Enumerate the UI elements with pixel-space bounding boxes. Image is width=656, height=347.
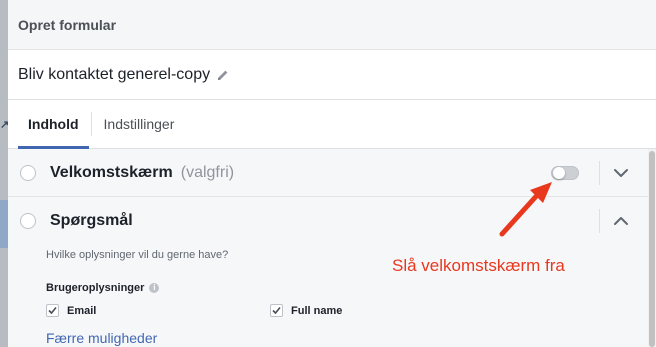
create-form-dialog: Opret formular Bliv kontaktet generel-co… xyxy=(8,0,656,347)
scrollbar-thumb[interactable] xyxy=(649,151,655,347)
user-info-label-text: Brugeroplysninger xyxy=(46,282,145,294)
questions-section[interactable]: Spørgsmål xyxy=(8,197,656,245)
chevron-down-icon[interactable] xyxy=(612,164,630,182)
tab-settings[interactable]: Indstillinger xyxy=(94,100,185,148)
pencil-icon[interactable] xyxy=(216,68,230,82)
questions-radio[interactable] xyxy=(20,213,36,229)
field-checkbox-row: Email Full name xyxy=(46,304,656,324)
form-content: Velkomstskærm (valgfri) Spørgsmål Hvilke… xyxy=(8,149,656,347)
scrollbar[interactable] xyxy=(648,149,656,347)
chevron-up-icon[interactable] xyxy=(612,212,630,230)
checkmark-icon xyxy=(48,306,57,315)
backdrop-fragment: ↗ xyxy=(0,119,10,131)
tab-divider xyxy=(90,112,92,136)
form-name-row: Bliv kontaktet generel-copy xyxy=(8,50,656,100)
dialog-title: Opret formular xyxy=(18,16,117,33)
checkmark-icon xyxy=(272,306,281,315)
tab-content[interactable]: Indhold xyxy=(18,100,89,149)
row-divider xyxy=(599,209,600,233)
annotation-text: Slå velkomstskærm fra xyxy=(392,256,565,275)
backdrop-fragment-blue xyxy=(0,200,8,248)
welcome-screen-radio[interactable] xyxy=(20,164,36,181)
annotation-arrow xyxy=(499,182,552,237)
form-name: Bliv kontaktet generel-copy xyxy=(18,65,211,83)
welcome-screen-title: Velkomstskærm xyxy=(50,163,173,181)
user-info-label: Brugeroplysninger i xyxy=(46,282,656,294)
field-full-name[interactable]: Full name xyxy=(270,304,342,317)
email-label: Email xyxy=(67,304,97,317)
questions-title: Spørgsmål xyxy=(50,212,133,229)
info-icon[interactable]: i xyxy=(149,283,160,293)
row-divider xyxy=(599,161,600,185)
welcome-screen-optional: (valgfri) xyxy=(180,163,235,181)
full-name-label: Full name xyxy=(291,304,343,317)
backdrop xyxy=(0,0,8,347)
welcome-screen-section[interactable]: Velkomstskærm (valgfri) xyxy=(8,149,656,197)
tab-bar: Indhold Indstillinger xyxy=(8,100,656,149)
full-name-checkbox[interactable] xyxy=(270,304,283,317)
fewer-options-link[interactable]: Færre muligheder xyxy=(46,330,656,346)
dialog-header: Opret formular xyxy=(8,0,656,50)
email-checkbox[interactable] xyxy=(46,304,59,317)
field-email[interactable]: Email xyxy=(46,304,96,317)
